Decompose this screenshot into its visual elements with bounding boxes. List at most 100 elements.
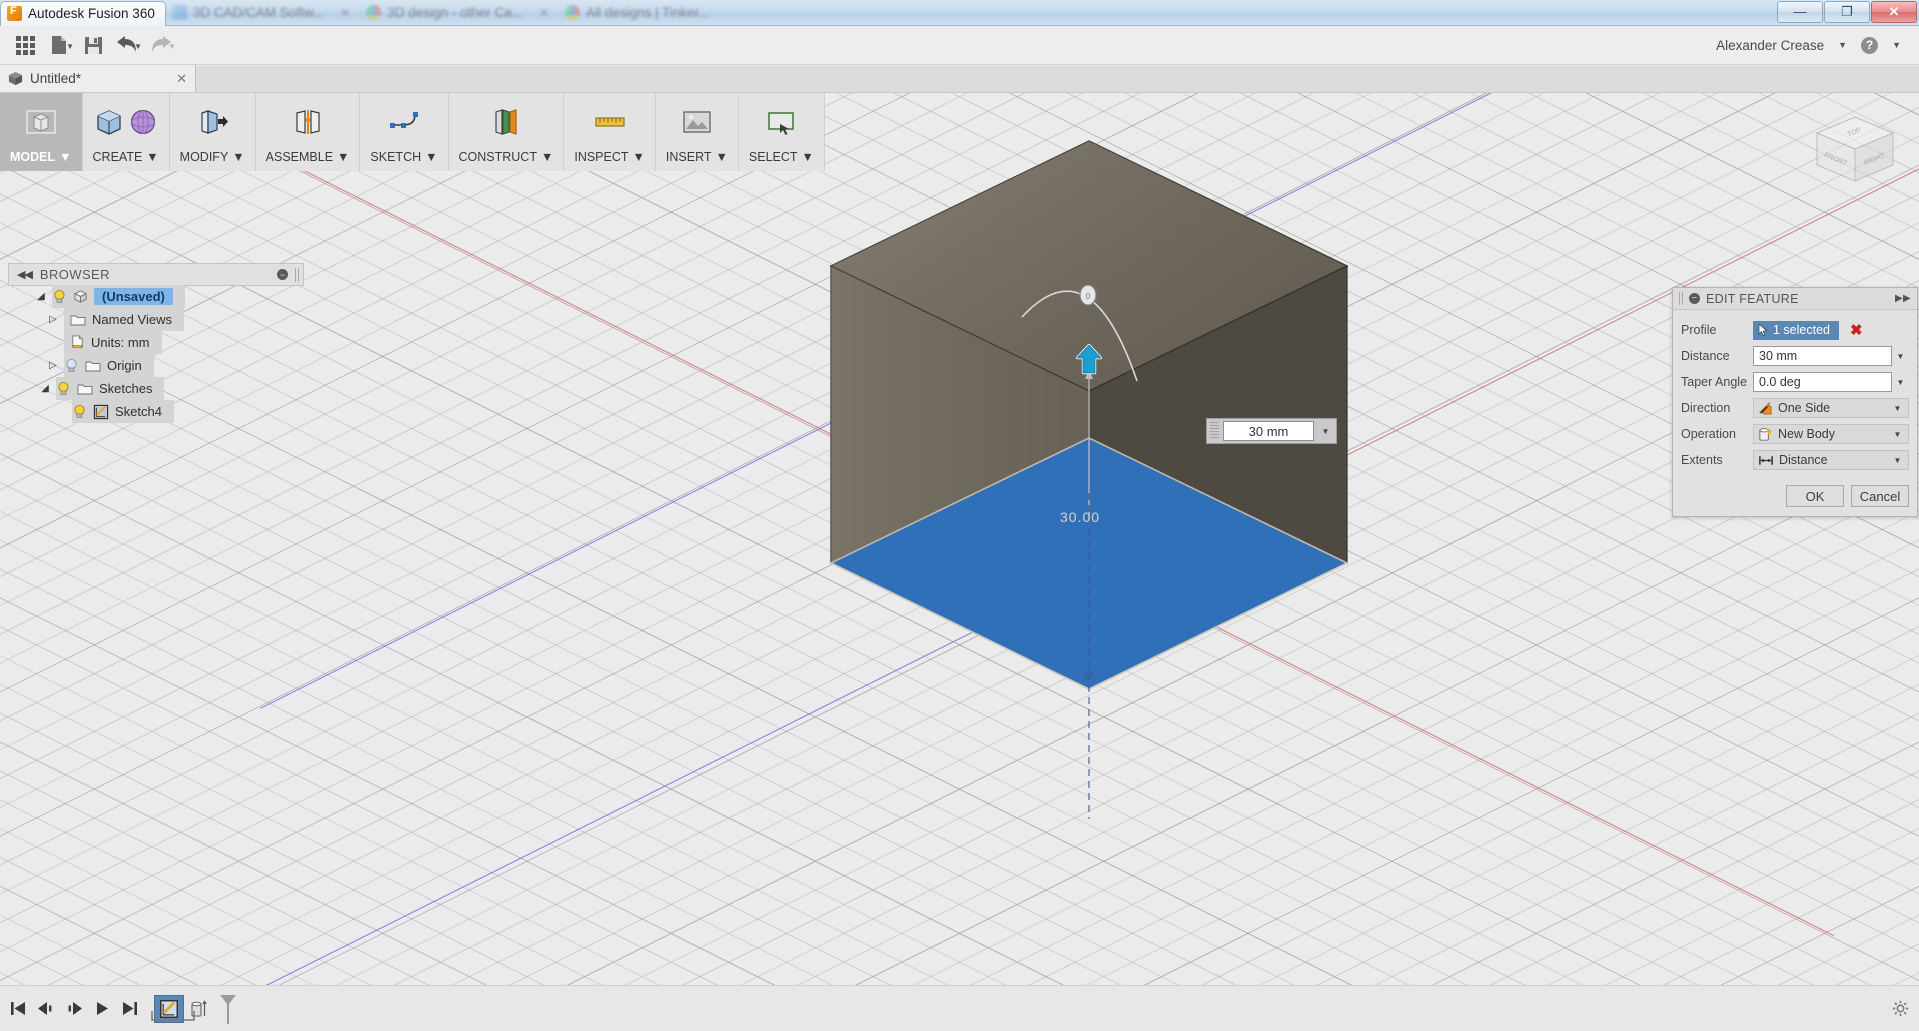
chevron-down-icon[interactable]: ▼	[1889, 398, 1906, 418]
close-icon[interactable]: ✕	[176, 71, 187, 87]
expand-triangle-icon[interactable]: ▷	[42, 360, 64, 371]
browser-item-cell[interactable]: Units: mm	[64, 331, 162, 354]
3d-viewport[interactable]: 0 30.00 30 mm ▼	[0, 93, 1919, 1031]
ok-button[interactable]: OK	[1786, 485, 1844, 507]
browser-item-label[interactable]: Units: mm	[91, 335, 150, 350]
browser-item-label[interactable]: (Unsaved)	[94, 288, 173, 305]
ribbon-group-label[interactable]: INSPECT ▼	[564, 145, 655, 169]
go-to-beginning-button[interactable]	[6, 997, 30, 1021]
browser-item-label[interactable]: Named Views	[92, 312, 172, 327]
ribbon-group-sketch[interactable]: SKETCH ▼	[360, 93, 448, 171]
browser-item-cell[interactable]: Named Views	[64, 308, 184, 331]
chevron-down-icon[interactable]: ▼	[1889, 424, 1906, 444]
extents-dropdown[interactable]: Distance ▼	[1753, 450, 1909, 470]
browser-tab-4[interactable]: All designs | Tinker...	[559, 0, 720, 26]
collapse-left-icon[interactable]: ◀◀	[9, 268, 40, 281]
undo-button[interactable]: ▼	[110, 30, 144, 60]
ribbon-group-assemble[interactable]: ASSEMBLE ▼	[256, 93, 361, 171]
operation-dropdown[interactable]: New Body ▼	[1753, 424, 1909, 444]
browser-item-unsaved[interactable]: ◢ (Unsaved)	[0, 285, 300, 308]
browser-item-cell[interactable]: (Unsaved)	[52, 285, 185, 308]
direction-dropdown[interactable]: One Side ▼	[1753, 398, 1909, 418]
dimension-value-input[interactable]: 30 mm	[1223, 421, 1314, 441]
ribbon-group-label[interactable]: MODIFY ▼	[170, 145, 255, 169]
drag-grip-icon[interactable]	[1679, 292, 1683, 305]
ribbon-group-inspect[interactable]: INSPECT ▼	[564, 93, 656, 171]
close-icon[interactable]: ✕	[340, 6, 350, 20]
extrude-preview-body[interactable]: 0	[0, 93, 1919, 1031]
viewcube[interactable]: TOP FRONT RIGHT	[1809, 111, 1901, 197]
ribbon-group-label[interactable]: INSERT ▼	[656, 145, 738, 169]
drag-grip-icon[interactable]	[1210, 422, 1219, 440]
dialog-header[interactable]: − EDIT FEATURE ▶▶	[1673, 288, 1917, 310]
ribbon-group-create[interactable]: CREATE ▼	[83, 93, 170, 171]
measure-ruler-icon[interactable]	[593, 105, 627, 139]
ribbon-group-label[interactable]: SELECT ▼	[739, 145, 824, 169]
chevron-down-icon[interactable]: ▼	[1889, 450, 1906, 470]
chevron-down-icon[interactable]: ▼	[1318, 427, 1333, 436]
chevron-down-icon[interactable]: ▼	[1838, 40, 1847, 50]
go-to-end-button[interactable]	[118, 997, 142, 1021]
visibility-bulb-icon[interactable]	[52, 289, 67, 304]
ribbon-group-label[interactable]: SKETCH ▼	[360, 145, 447, 169]
browser-item-named-views[interactable]: ▷ Named Views	[0, 308, 300, 331]
browser-item-origin[interactable]: ▷ Origin	[0, 354, 300, 377]
joint-icon[interactable]	[291, 105, 325, 139]
browser-tab-2[interactable]: 3D CAD/CAM Softw... ✕	[166, 0, 360, 26]
panel-resize-grip[interactable]	[295, 268, 299, 282]
ribbon-group-select[interactable]: SELECT ▼	[739, 93, 825, 171]
ribbon-group-label[interactable]: CREATE ▼	[83, 145, 169, 169]
browser-item-sketches[interactable]: ◢ Sketches	[0, 377, 300, 400]
sketch-spline-icon[interactable]	[387, 105, 421, 139]
distance-input[interactable]: 30 mm	[1753, 346, 1892, 366]
ribbon-group-construct[interactable]: CONSTRUCT ▼	[449, 93, 565, 171]
browser-item-cell[interactable]: Origin	[64, 354, 154, 377]
taper-angle-input[interactable]: 0.0 deg	[1753, 372, 1892, 392]
minimize-button[interactable]: —	[1777, 1, 1823, 23]
visibility-bulb-icon[interactable]	[72, 404, 87, 419]
app-grid-button[interactable]	[8, 30, 42, 60]
browser-tab-3[interactable]: 3D design - other Ca... ✕	[360, 0, 559, 26]
press-pull-icon[interactable]	[195, 105, 229, 139]
document-tab-untitled[interactable]: Untitled* ✕	[0, 65, 196, 92]
help-icon[interactable]: ?	[1861, 37, 1878, 54]
visibility-bulb-icon[interactable]	[56, 381, 71, 396]
circle-minus-icon[interactable]: −	[1689, 293, 1700, 304]
browser-item-sketch4[interactable]: Sketch4	[0, 400, 300, 423]
close-icon[interactable]: ✕	[539, 6, 549, 20]
chevron-down-icon[interactable]: ▼	[1892, 372, 1909, 392]
chevron-down-icon[interactable]: ▼	[1892, 346, 1909, 366]
double-chevron-right-icon[interactable]: ▶▶	[1895, 293, 1911, 304]
chevron-down-icon[interactable]: ▼	[1892, 40, 1901, 50]
browser-tab-active[interactable]: Autodesk Fusion 360	[0, 1, 166, 26]
visibility-bulb-icon[interactable]	[64, 358, 79, 373]
browser-item-units[interactable]: Units: mm	[0, 331, 300, 354]
dimension-input-popup[interactable]: 30 mm ▼	[1206, 418, 1337, 444]
construct-plane-icon[interactable]	[489, 105, 523, 139]
clear-selection-icon[interactable]: ✖	[1850, 323, 1863, 338]
timeline-settings-button[interactable]	[1892, 1000, 1909, 1017]
ribbon-group-model[interactable]: MODEL ▼	[0, 93, 83, 171]
new-document-button[interactable]: ▼	[42, 30, 76, 60]
edit-feature-dialog[interactable]: − EDIT FEATURE ▶▶ Profile 1 selected	[1672, 287, 1918, 517]
close-button[interactable]: ✕	[1871, 1, 1917, 23]
box-icon[interactable]	[92, 105, 126, 139]
cancel-button[interactable]: Cancel	[1851, 485, 1909, 507]
ribbon-group-insert[interactable]: INSERT ▼	[656, 93, 739, 171]
select-window-icon[interactable]	[764, 105, 798, 139]
step-forward-button[interactable]	[62, 997, 86, 1021]
user-menu-label[interactable]: Alexander Crease	[1716, 38, 1824, 53]
ribbon-group-label[interactable]: ASSEMBLE ▼	[256, 145, 360, 169]
browser-item-label[interactable]: Sketch4	[115, 404, 162, 419]
ribbon-group-label[interactable]: MODEL ▼	[0, 145, 82, 169]
play-button[interactable]	[90, 997, 114, 1021]
step-back-button[interactable]	[34, 997, 58, 1021]
ribbon-group-modify[interactable]: MODIFY ▼	[170, 93, 256, 171]
insert-image-icon[interactable]	[680, 105, 714, 139]
restore-button[interactable]: ❐	[1824, 1, 1870, 23]
expand-triangle-icon[interactable]: ▷	[42, 314, 64, 325]
save-button[interactable]	[76, 30, 110, 60]
browser-item-cell[interactable]: Sketch4	[72, 400, 174, 423]
browser-item-label[interactable]: Sketches	[99, 381, 152, 396]
browser-item-label[interactable]: Origin	[107, 358, 142, 373]
